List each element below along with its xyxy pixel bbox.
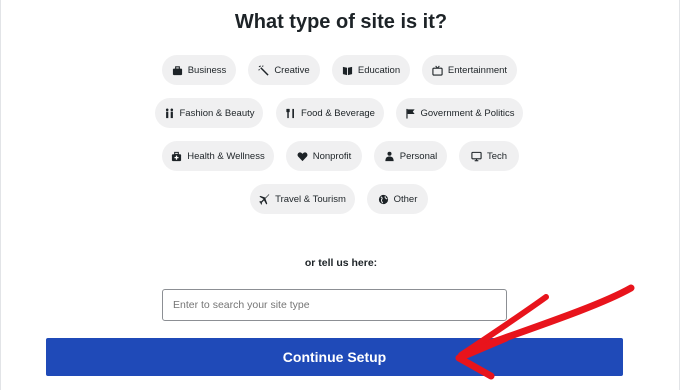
people-icon: [165, 108, 173, 118]
category-label: Government & Politics: [420, 107, 515, 119]
category-nonprofit[interactable]: Nonprofit: [286, 141, 362, 171]
category-label: Health & Wellness: [187, 150, 265, 162]
category-label: Tech: [486, 150, 508, 162]
category-label: Nonprofit: [312, 150, 352, 162]
category-health-wellness[interactable]: Health & Wellness: [162, 141, 274, 171]
category-label: Travel & Tourism: [275, 193, 346, 205]
briefcase-icon: [172, 65, 182, 75]
globe-icon: [378, 194, 388, 204]
page-title: What type of site is it?: [234, 11, 448, 33]
category-education[interactable]: Education: [332, 55, 410, 85]
category-label: Creative: [274, 64, 310, 76]
utensils-icon: [286, 108, 295, 118]
continue-setup-button[interactable]: Continue Setup: [46, 338, 623, 376]
person-icon: [385, 151, 394, 161]
category-entertainment[interactable]: Entertainment: [422, 55, 517, 85]
custom-type-label: or tell us here:: [304, 257, 378, 269]
category-travel-tourism[interactable]: Travel & Tourism: [250, 184, 355, 214]
airplane-icon: [259, 193, 270, 205]
category-label: Personal: [399, 150, 438, 162]
monitor-icon: [471, 151, 482, 161]
flag-icon: [405, 108, 415, 119]
category-tech[interactable]: Tech: [459, 141, 519, 171]
site-type-search-input[interactable]: [162, 289, 507, 321]
medical-kit-icon: [172, 151, 182, 161]
category-label: Other: [393, 193, 418, 205]
setup-panel: What type of site is it? Business Creati…: [0, 0, 680, 390]
book-icon: [342, 66, 352, 75]
category-government-politics[interactable]: Government & Politics: [396, 98, 523, 128]
magic-wand-icon: [258, 64, 269, 76]
category-personal[interactable]: Personal: [374, 141, 447, 171]
category-food-beverage[interactable]: Food & Beverage: [276, 98, 384, 128]
category-creative[interactable]: Creative: [248, 55, 320, 85]
category-label: Fashion & Beauty: [179, 107, 255, 119]
category-business[interactable]: Business: [162, 55, 236, 85]
category-fashion-beauty[interactable]: Fashion & Beauty: [155, 98, 263, 128]
category-other[interactable]: Other: [367, 184, 428, 214]
category-label: Education: [357, 64, 401, 76]
tv-icon: [432, 65, 443, 76]
category-label: Entertainment: [447, 64, 508, 76]
heart-icon: [297, 151, 308, 161]
category-label: Business: [187, 64, 227, 76]
category-label: Food & Beverage: [301, 107, 375, 119]
